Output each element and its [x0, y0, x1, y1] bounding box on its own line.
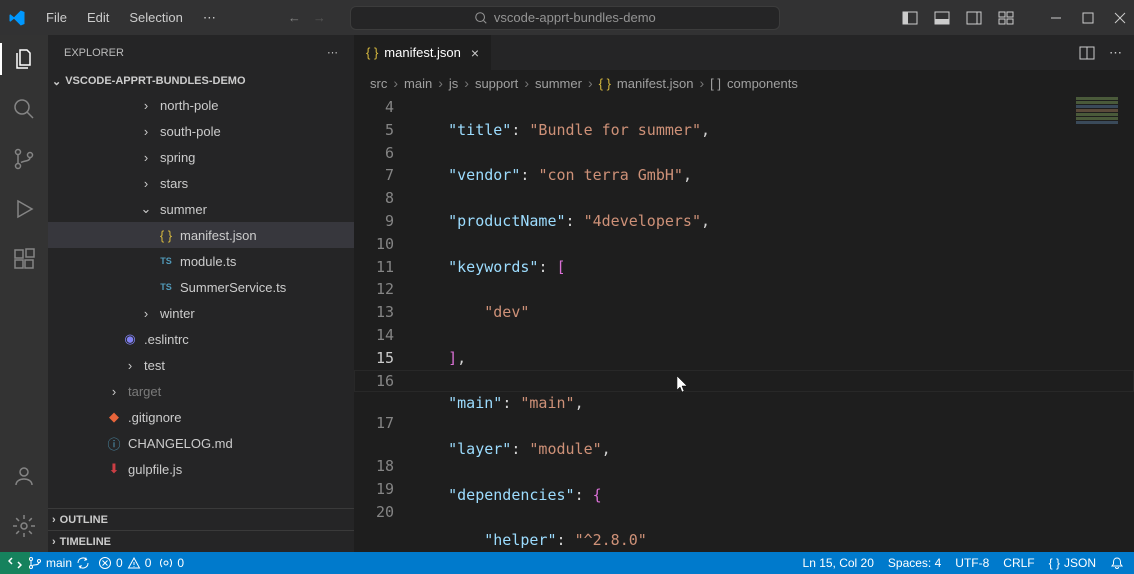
tree-folder-spring[interactable]: ›spring: [48, 144, 354, 170]
tree-folder-stars[interactable]: ›stars: [48, 170, 354, 196]
play-icon: [12, 197, 36, 221]
error-icon: [98, 556, 112, 570]
split-editor-icon[interactable]: [1079, 45, 1095, 61]
tree-file-eslintrc[interactable]: ◉.eslintrc: [48, 326, 354, 352]
status-notifications[interactable]: [1110, 556, 1124, 570]
mouse-cursor-icon: [677, 376, 689, 394]
menu-file[interactable]: File: [38, 6, 75, 29]
tree-folder-north-pole[interactable]: ›north-pole: [48, 92, 354, 118]
activity-bar: [0, 35, 48, 552]
gear-icon: [12, 514, 36, 538]
tab-label: manifest.json: [384, 45, 461, 60]
activity-run-debug[interactable]: [10, 195, 38, 223]
vscode-logo-icon: [8, 9, 26, 27]
git-branch-icon: [28, 556, 42, 570]
extensions-icon: [12, 247, 36, 271]
status-remote[interactable]: [0, 552, 30, 574]
editor-pane: { } manifest.json × ⋯ src› main› js› sup…: [354, 35, 1134, 552]
file-tree: ›north-pole ›south-pole ›spring ›stars ⌄…: [48, 92, 354, 508]
eslint-icon: ◉: [122, 331, 138, 347]
activity-account[interactable]: [10, 462, 38, 490]
close-icon[interactable]: [1114, 12, 1126, 24]
code-editor[interactable]: 4 5 6 7 8 9 10 11 12 13 14 15 16 17 18 1…: [354, 96, 1134, 552]
explorer-more-icon[interactable]: ⋯: [327, 46, 338, 59]
info-file-icon: ⓘ: [106, 435, 122, 451]
git-branch-icon: [12, 147, 36, 171]
tree-folder-winter[interactable]: ›winter: [48, 300, 354, 326]
remote-icon: [8, 556, 22, 570]
line-numbers: 4 5 6 7 8 9 10 11 12 13 14 15 16 17 18 1…: [354, 96, 412, 552]
nav-back-icon[interactable]: ←: [288, 10, 301, 25]
status-language[interactable]: { } JSON: [1049, 556, 1096, 570]
tree-file-module[interactable]: TSmodule.ts: [48, 248, 354, 274]
menu-more[interactable]: ⋯: [195, 6, 224, 30]
json-file-icon: { }: [599, 76, 611, 91]
files-icon: [12, 47, 36, 71]
layout-left-icon[interactable]: [902, 10, 918, 26]
timeline-section-header[interactable]: ›TIMELINE: [48, 530, 354, 552]
outline-section-header[interactable]: ›OUTLINE: [48, 508, 354, 530]
status-problems[interactable]: 0 0: [98, 556, 151, 570]
tabs-bar: { } manifest.json × ⋯: [354, 35, 1134, 70]
project-section-header[interactable]: ⌄VSCODE-APPRT-BUNDLES-DEMO: [48, 70, 354, 92]
breadcrumbs[interactable]: src› main› js› support› summer› { } mani…: [354, 70, 1134, 96]
explorer-sidebar: EXPLORER ⋯ ⌄VSCODE-APPRT-BUNDLES-DEMO ›n…: [48, 35, 354, 552]
tree-folder-target[interactable]: ›target: [48, 378, 354, 404]
ts-file-icon: TS: [158, 279, 174, 295]
status-encoding[interactable]: UTF-8: [955, 556, 989, 570]
ts-file-icon: TS: [158, 253, 174, 269]
activity-settings[interactable]: [10, 512, 38, 540]
sync-icon: [76, 556, 90, 570]
layout-right-icon[interactable]: [966, 10, 982, 26]
status-eol[interactable]: CRLF: [1003, 556, 1034, 570]
editor-more-icon[interactable]: ⋯: [1109, 45, 1122, 61]
tree-file-gulpfile[interactable]: ⬇gulpfile.js: [48, 456, 354, 482]
tree-file-manifest[interactable]: { }manifest.json: [48, 222, 354, 248]
radio-icon: [159, 556, 173, 570]
status-spaces[interactable]: Spaces: 4: [888, 556, 941, 570]
activity-explorer[interactable]: [10, 45, 38, 73]
bell-icon: [1110, 556, 1124, 570]
status-branch[interactable]: main: [28, 556, 90, 570]
tree-folder-south-pole[interactable]: ›south-pole: [48, 118, 354, 144]
json-file-icon: { }: [158, 227, 174, 243]
warning-icon: [127, 556, 141, 570]
minimap[interactable]: [1074, 96, 1120, 125]
tree-folder-test[interactable]: ›test: [48, 352, 354, 378]
status-bar: main 0 0 0 Ln 15, Col 20 Spaces: 4 UTF-8…: [0, 552, 1134, 574]
tree-file-gitignore[interactable]: ◆.gitignore: [48, 404, 354, 430]
code-content[interactable]: "title": "Bundle for summer", "vendor": …: [412, 96, 1134, 552]
account-icon: [12, 464, 36, 488]
tab-manifest[interactable]: { } manifest.json ×: [354, 35, 492, 70]
layout-bottom-icon[interactable]: [934, 10, 950, 26]
tree-folder-summer[interactable]: ⌄summer: [48, 196, 354, 222]
titlebar: File Edit Selection ⋯ ← → vscode-apprt-b…: [0, 0, 1134, 35]
search-text: vscode-apprt-bundles-demo: [494, 10, 656, 25]
status-ports[interactable]: 0: [159, 556, 184, 570]
search-icon: [474, 11, 488, 25]
status-line-col[interactable]: Ln 15, Col 20: [803, 556, 874, 570]
git-file-icon: ◆: [106, 409, 122, 425]
json-file-icon: { }: [366, 45, 378, 60]
command-center[interactable]: vscode-apprt-bundles-demo: [350, 6, 780, 30]
explorer-header: EXPLORER ⋯: [48, 35, 354, 70]
gulp-file-icon: ⬇: [106, 461, 122, 477]
activity-search[interactable]: [10, 95, 38, 123]
tree-file-changelog[interactable]: ⓘCHANGELOG.md: [48, 430, 354, 456]
maximize-icon[interactable]: [1082, 12, 1094, 24]
minimize-icon[interactable]: [1050, 12, 1062, 24]
customize-layout-icon[interactable]: [998, 10, 1014, 26]
tab-close-icon[interactable]: ×: [471, 45, 479, 61]
search-icon: [12, 97, 36, 121]
menu-selection[interactable]: Selection: [121, 6, 190, 29]
activity-extensions[interactable]: [10, 245, 38, 273]
activity-source-control[interactable]: [10, 145, 38, 173]
tree-file-summer-service[interactable]: TSSummerService.ts: [48, 274, 354, 300]
nav-forward-icon[interactable]: →: [313, 10, 326, 25]
menu-edit[interactable]: Edit: [79, 6, 117, 29]
